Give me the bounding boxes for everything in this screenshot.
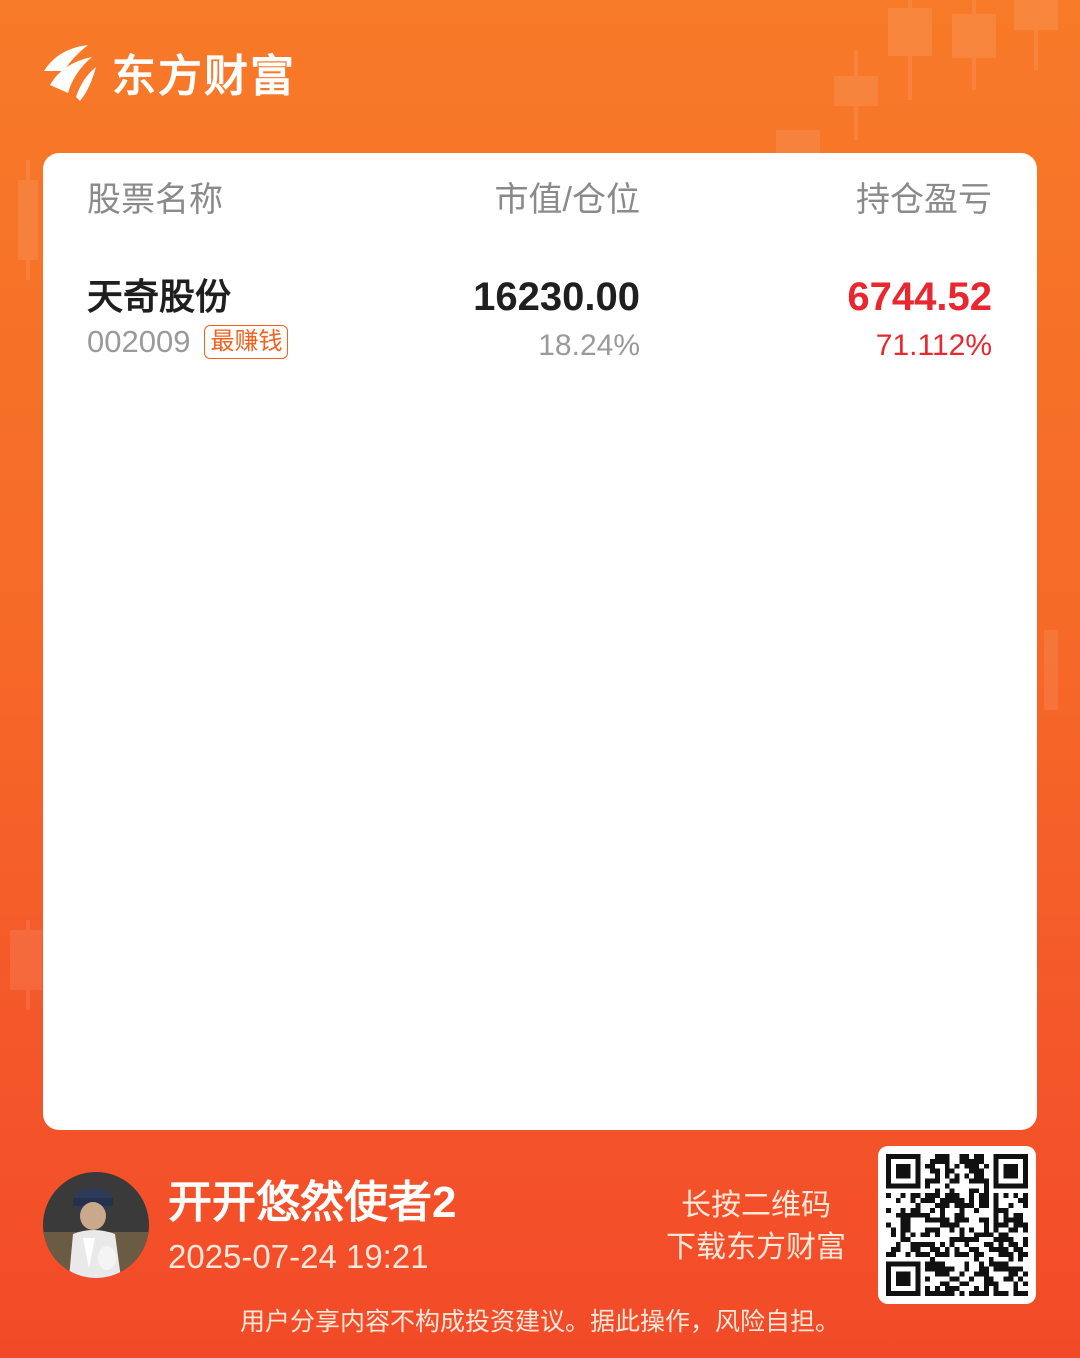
qr-hint-line1: 长按二维码 xyxy=(681,1189,831,1222)
qr-hint: 长按二维码 下载东方财富 xyxy=(666,1185,846,1269)
stock-code: 002009 xyxy=(87,324,191,359)
position-percent: 18.24% xyxy=(538,329,640,362)
market-value: 16230.00 xyxy=(473,275,640,319)
top-earner-badge: 最赚钱 xyxy=(204,325,289,359)
app-header: 东方财富 xyxy=(40,38,296,106)
qr-hint-line2: 下载东方财富 xyxy=(666,1231,846,1264)
header-stock-name: 股票名称 xyxy=(87,181,223,219)
qr-code[interactable] xyxy=(878,1146,1036,1304)
profit-loss-amount: 6744.52 xyxy=(847,275,992,319)
disclaimer: 用户分享内容不构成投资建议。据此操作，风险自担。 xyxy=(239,1308,840,1336)
header-profit-loss: 持仓盈亏 xyxy=(856,181,992,219)
stock-name[interactable]: 天奇股份 xyxy=(87,274,231,320)
header-market-value-position: 市值/仓位 xyxy=(494,181,640,219)
brand-name: 东方财富 xyxy=(112,52,296,101)
share-timestamp: 2025-07-24 19:21 xyxy=(168,1238,429,1275)
stock-code-row: 002009 最赚钱 xyxy=(87,322,289,362)
username: 开开悠然使者2 xyxy=(168,1178,457,1227)
user-avatar[interactable] xyxy=(43,1172,149,1278)
profit-loss-percent: 71.112% xyxy=(875,329,992,362)
eastmoney-logo-icon xyxy=(40,41,98,103)
